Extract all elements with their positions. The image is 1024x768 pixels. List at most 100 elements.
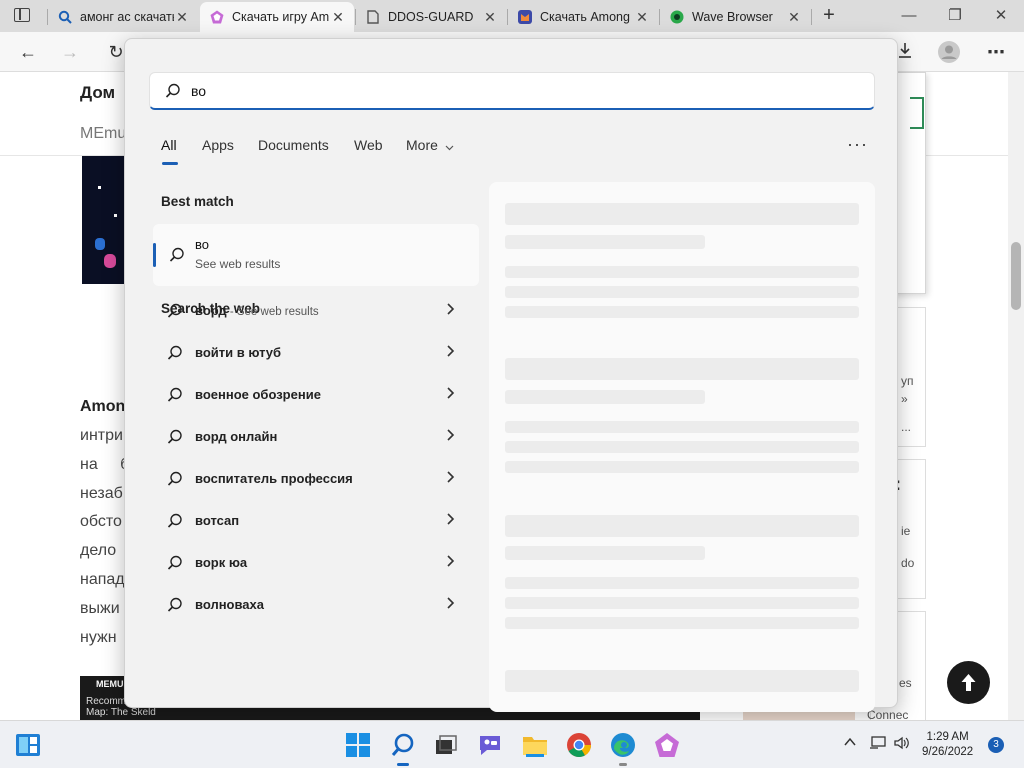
web-suggestion-item[interactable]: военное обозрение bbox=[161, 376, 471, 414]
back-icon[interactable]: ← bbox=[16, 40, 40, 64]
profile-avatar-icon[interactable] bbox=[937, 40, 961, 64]
web-suggestion-item[interactable]: вотсап bbox=[161, 502, 471, 540]
tab-title: DDOS-GUARD bbox=[388, 10, 474, 24]
close-tab-icon[interactable]: ✕ bbox=[786, 9, 802, 26]
notification-badge[interactable]: 3 bbox=[988, 737, 1004, 753]
edge-icon[interactable] bbox=[610, 732, 636, 766]
chevron-right-icon[interactable] bbox=[443, 386, 457, 400]
browser-tab-1[interactable]: амонг ас скачать ✕ bbox=[48, 2, 198, 32]
suggestion-query: волноваха bbox=[195, 597, 264, 612]
chevron-right-icon[interactable] bbox=[443, 302, 457, 316]
article-line: на б bbox=[80, 456, 130, 473]
chevron-right-icon[interactable] bbox=[443, 554, 457, 568]
suggestion-text: вотсап bbox=[195, 513, 239, 528]
browser-tab-5[interactable]: Wave Browser ✕ bbox=[660, 2, 810, 32]
sidebar-text: уп bbox=[901, 374, 914, 388]
page-scrollbar[interactable] bbox=[1008, 72, 1024, 720]
best-match-item[interactable]: во See web results bbox=[153, 224, 479, 286]
suggestion-query: ворд bbox=[195, 303, 227, 318]
web-suggestion-item[interactable]: волноваха bbox=[161, 586, 471, 624]
task-view-icon[interactable] bbox=[433, 732, 459, 758]
skeleton-line bbox=[505, 390, 705, 404]
search-icon bbox=[168, 246, 186, 264]
more-options-icon[interactable]: ··· bbox=[847, 134, 868, 155]
chevron-right-icon[interactable] bbox=[443, 344, 457, 358]
search-icon bbox=[166, 302, 184, 320]
web-suggestion-item[interactable]: ворд - See web results bbox=[161, 292, 471, 330]
tab-title: Скачать Among bbox=[540, 10, 630, 24]
web-suggestion-item[interactable]: ворк юа bbox=[161, 544, 471, 582]
filter-all[interactable]: All bbox=[161, 137, 177, 153]
skeleton-line bbox=[505, 286, 859, 298]
show-hidden-icons-icon[interactable] bbox=[843, 735, 857, 752]
best-match-heading: Best match bbox=[161, 194, 234, 209]
tab-divider bbox=[47, 9, 48, 25]
sidebar-text: » bbox=[901, 392, 908, 406]
restore-icon[interactable]: ❐ bbox=[940, 4, 970, 28]
network-icon[interactable] bbox=[869, 735, 887, 754]
minimize-icon[interactable]: — bbox=[894, 4, 924, 28]
system-clock[interactable]: 1:29 AM 9/26/2022 bbox=[922, 730, 973, 760]
close-window-icon[interactable]: ✕ bbox=[986, 4, 1016, 28]
filter-more[interactable]: More bbox=[406, 137, 454, 154]
chevron-right-icon[interactable] bbox=[443, 470, 457, 484]
chevron-right-icon[interactable] bbox=[443, 512, 457, 526]
tab-actions-icon[interactable] bbox=[14, 8, 30, 22]
chevron-right-icon[interactable] bbox=[443, 596, 457, 610]
close-tab-icon[interactable]: ✕ bbox=[174, 9, 190, 26]
search-icon bbox=[166, 386, 184, 404]
suggestion-text: воспитатель профессия bbox=[195, 471, 353, 486]
chrome-icon[interactable] bbox=[566, 732, 592, 758]
article-line: нужн bbox=[80, 629, 117, 646]
scrollbar-thumb[interactable] bbox=[1011, 242, 1021, 310]
active-app-indicator bbox=[397, 763, 409, 766]
article-line: напад bbox=[80, 571, 125, 588]
close-tab-icon[interactable]: ✕ bbox=[634, 9, 650, 26]
more-menu-icon[interactable]: ⋯ bbox=[984, 40, 1008, 64]
suggestion-query: военное обозрение bbox=[195, 387, 321, 402]
suggestion-query: вотсап bbox=[195, 513, 240, 528]
banner-line: Map: The Skeld bbox=[86, 707, 156, 718]
filter-apps[interactable]: Apps bbox=[202, 137, 234, 153]
best-match-subtitle: See web results bbox=[195, 257, 281, 271]
search-favicon-icon bbox=[58, 10, 72, 24]
skeleton-line bbox=[505, 577, 859, 589]
filter-documents[interactable]: Documents bbox=[258, 137, 329, 153]
forward-icon[interactable]: → bbox=[58, 40, 82, 64]
tab-title: амонг ас скачать bbox=[80, 10, 174, 24]
web-suggestion-item[interactable]: войти в ютуб bbox=[161, 334, 471, 372]
article-line: дело bbox=[80, 542, 117, 559]
search-box[interactable] bbox=[149, 72, 875, 110]
web-suggestion-item[interactable]: ворд онлайн bbox=[161, 418, 471, 456]
popup-button-edge[interactable] bbox=[910, 97, 924, 129]
suggestion-text: военное обозрение bbox=[195, 387, 321, 402]
search-input[interactable] bbox=[191, 81, 861, 101]
file-explorer-icon[interactable] bbox=[522, 732, 548, 758]
skeleton-line bbox=[505, 546, 705, 560]
skeleton-line bbox=[505, 461, 859, 473]
chevron-right-icon[interactable] bbox=[443, 428, 457, 442]
close-tab-icon[interactable]: ✕ bbox=[330, 9, 346, 26]
chevron-down-icon bbox=[445, 138, 454, 154]
suggestion-text: ворд - See web results bbox=[195, 303, 319, 318]
chat-icon[interactable] bbox=[477, 732, 503, 758]
skeleton-line bbox=[505, 515, 859, 537]
close-tab-icon[interactable]: ✕ bbox=[482, 9, 498, 26]
filter-web[interactable]: Web bbox=[354, 137, 383, 153]
browser-app-icon[interactable] bbox=[654, 732, 680, 758]
browser-tab-3[interactable]: DDOS-GUARD ✕ bbox=[356, 2, 506, 32]
browser-tab-4[interactable]: Скачать Among ✕ bbox=[508, 2, 658, 32]
suggestion-query: воспитатель профессия bbox=[195, 471, 353, 486]
browser-tab-2-active[interactable]: Скачать игру Am ✕ bbox=[200, 2, 354, 32]
start-windows-icon[interactable] bbox=[345, 732, 371, 758]
search-taskbar-icon[interactable] bbox=[390, 732, 416, 766]
suggestion-text: ворд онлайн bbox=[195, 429, 277, 444]
scroll-to-top-button[interactable] bbox=[947, 661, 990, 704]
new-tab-button[interactable]: + bbox=[818, 5, 840, 27]
tab-title: Скачать игру Am bbox=[232, 10, 330, 24]
widgets-icon[interactable] bbox=[15, 733, 41, 759]
web-suggestion-item[interactable]: воспитатель профессия bbox=[161, 460, 471, 498]
site-heading: Дом bbox=[80, 83, 116, 102]
volume-icon[interactable] bbox=[893, 735, 911, 754]
site-favicon-icon bbox=[210, 10, 224, 24]
